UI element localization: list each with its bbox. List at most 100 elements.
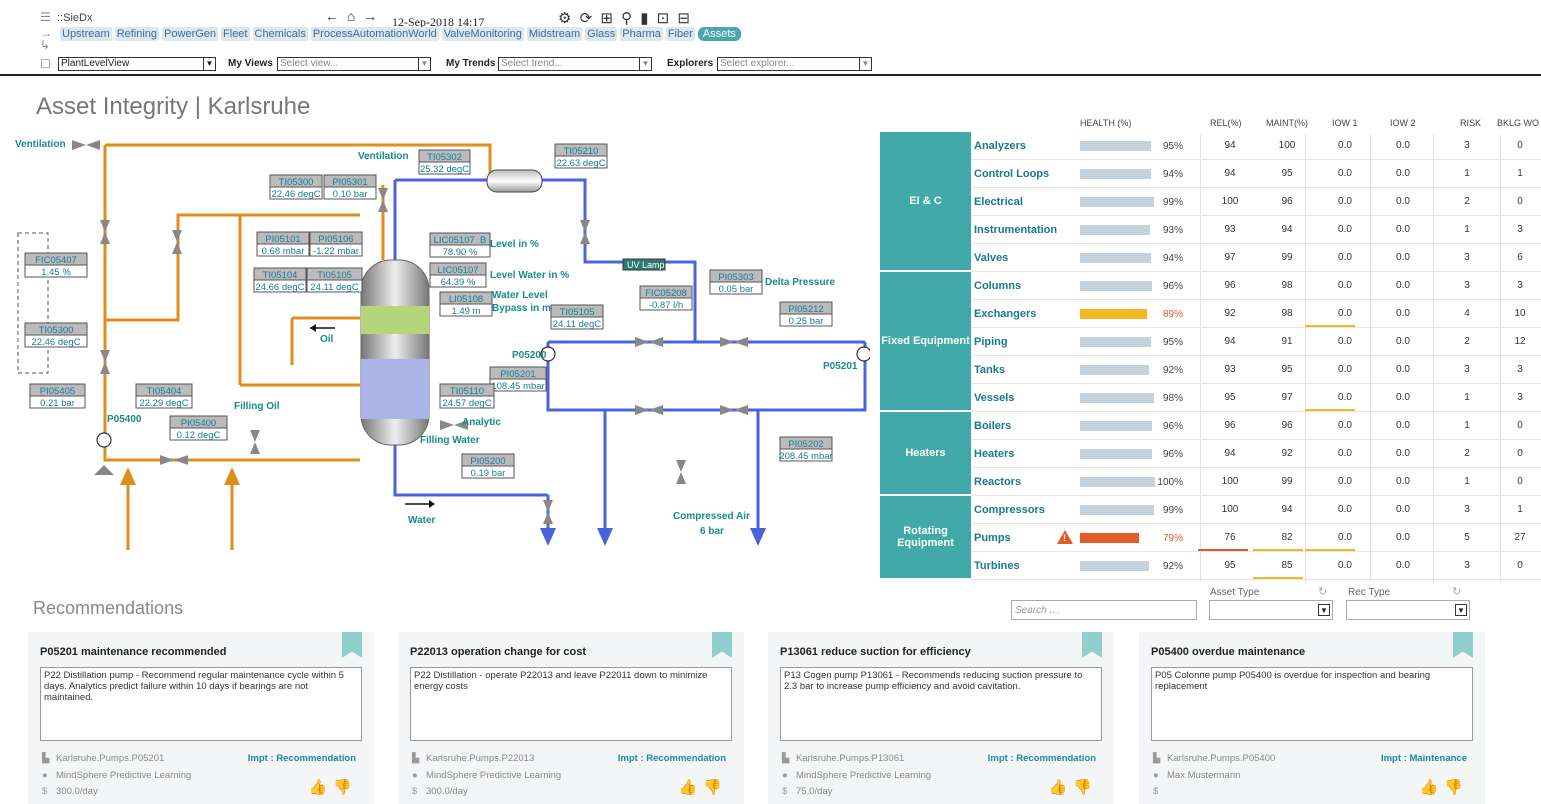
tag-pi05106[interactable]: PI05106-1.22 mbar xyxy=(309,231,363,257)
card-asset[interactable]: ▙ Karlsruhe.Pumps.P13061 xyxy=(782,753,904,764)
health-row[interactable]: Reactors 100% 100 99 0.0 0.0 1 0 xyxy=(971,468,1541,496)
health-row[interactable]: Boilers 96% 96 96 0.0 0.0 1 0 xyxy=(971,412,1541,440)
recommendation-card[interactable]: P05400 overdue maintenance P05 Colonne pu… xyxy=(1139,632,1485,804)
asset-class-name[interactable]: Turbines xyxy=(974,560,1020,572)
card-title[interactable]: P13061 reduce suction for efficiency xyxy=(780,646,971,658)
explorers-select[interactable]: Select explorer... ▼ xyxy=(717,57,872,71)
health-row[interactable]: Analyzers 95% 94 100 0.0 0.0 3 0 xyxy=(971,132,1541,160)
health-row[interactable]: Exchangers 89% 92 98 0.0 0.0 4 10 xyxy=(971,300,1541,328)
my-views-select[interactable]: Select view... ▼ xyxy=(277,57,431,71)
tag-pi05201[interactable]: PI05201108.45 mbar xyxy=(489,366,547,392)
recommendation-card[interactable]: P05201 maintenance recommended P22 Distil… xyxy=(28,632,374,804)
bookmark-icon[interactable] xyxy=(1453,632,1473,658)
tag-ti05104[interactable]: TI0510424.66 degC xyxy=(253,267,307,293)
asset-class-name[interactable]: Valves xyxy=(974,252,1008,264)
tab-valvemonitoring[interactable]: ValveMonitoring xyxy=(441,27,524,41)
tab-chemicals[interactable]: Chemicals xyxy=(252,27,308,41)
category-rotating-equipment[interactable]: Rotating Equipment xyxy=(880,496,971,580)
health-row[interactable]: Instrumentation 93% 93 94 0.0 0.0 1 3 xyxy=(971,216,1541,244)
asset-class-name[interactable]: Columns xyxy=(974,280,1021,292)
tag-ti05105[interactable]: TI0510524.11 degC xyxy=(550,304,604,330)
tag-pi05405[interactable]: PI054050.21 bar xyxy=(29,383,86,409)
tag-li05108[interactable]: LI051081.49 m xyxy=(439,291,493,317)
nav-arrows[interactable]: ← ⌂ → xyxy=(325,8,379,24)
card-asset[interactable]: ▙ Karlsruhe.Pumps.P05201 xyxy=(42,753,164,764)
feedback-icons[interactable]: 👍👎 xyxy=(309,778,358,796)
health-row[interactable]: Control Loops 94% 94 95 0.0 0.0 1 1 xyxy=(971,160,1541,188)
bookmark-icon[interactable] xyxy=(342,632,362,658)
health-row[interactable]: Pumps 79%! 76 82 0.0 0.0 5 27 xyxy=(971,524,1541,552)
recommendation-card[interactable]: P22013 operation change for cost P22 Dist… xyxy=(398,632,744,804)
tab-midstream[interactable]: Midstream xyxy=(526,27,583,41)
tag-ti05404[interactable]: TI0540422.29 degC xyxy=(135,383,193,409)
asset-class-name[interactable]: Instrumentation xyxy=(974,224,1057,236)
category-heaters[interactable]: Heaters xyxy=(880,412,971,496)
warning-icon[interactable]: ! xyxy=(1057,530,1073,544)
asset-class-name[interactable]: Piping xyxy=(974,336,1008,348)
tab-powergen[interactable]: PowerGen xyxy=(162,27,219,41)
category-ei-c[interactable]: EI & C xyxy=(880,132,971,272)
health-row[interactable]: Turbines 92% 95 85 0.0 0.0 3 0 xyxy=(971,552,1541,580)
tag-fic05208[interactable]: FIC05208-0.87 l/h xyxy=(639,285,693,311)
tag-lic05107[interactable]: LIC0510764.39 % xyxy=(429,262,487,288)
asset-class-name[interactable]: Vessels xyxy=(974,392,1014,404)
asset-class-name[interactable]: Analyzers xyxy=(974,140,1026,152)
feedback-icons[interactable]: 👍👎 xyxy=(1049,778,1098,796)
health-row[interactable]: Heaters 96% 94 92 0.0 0.0 2 0 xyxy=(971,440,1541,468)
asset-class-name[interactable]: Electrical xyxy=(974,196,1023,208)
health-row[interactable]: Tanks 92% 93 95 0.0 0.0 3 3 xyxy=(971,356,1541,384)
tag-pi05202[interactable]: PI05202208.45 mbar xyxy=(779,436,833,462)
tag-pi05301[interactable]: PI053010.10 bar xyxy=(323,174,377,200)
asset-class-name[interactable]: Tanks xyxy=(974,364,1005,376)
asset-class-name[interactable]: Exchangers xyxy=(974,308,1036,320)
card-title[interactable]: P05400 overdue maintenance xyxy=(1151,646,1305,658)
tag-ti05300[interactable]: TI0530022.46 degC xyxy=(24,322,88,348)
asset-class-name[interactable]: Control Loops xyxy=(974,168,1049,180)
recommendation-card[interactable]: P13061 reduce suction for efficiency P13 … xyxy=(768,632,1114,804)
card-title[interactable]: P05201 maintenance recommended xyxy=(40,646,226,658)
tag-fic05407[interactable]: FIC054071.45 % xyxy=(24,252,88,278)
tag-pi05200[interactable]: PI052000.19 bar xyxy=(461,453,515,479)
health-row[interactable]: Electrical 99% 100 96 0.0 0.0 2 0 xyxy=(971,188,1541,216)
tab-assets[interactable]: Assets xyxy=(697,27,741,41)
health-row[interactable]: Compressors 99% 100 94 0.0 0.0 3 1 xyxy=(971,496,1541,524)
tag-pi05303[interactable]: PI053030.05 bar xyxy=(709,269,763,295)
health-row[interactable]: Valves 94% 97 99 0.0 0.0 3 6 xyxy=(971,244,1541,272)
asset-type-select[interactable]: ▼ xyxy=(1209,600,1333,620)
menu-icon[interactable]: ☰ xyxy=(40,10,51,24)
checkbox-icon[interactable]: ☐ xyxy=(40,57,51,71)
asset-class-name[interactable]: Pumps xyxy=(974,532,1011,544)
return-icon[interactable]: ↳ xyxy=(40,38,50,52)
tab-processautomationworld[interactable]: ProcessAutomationWorld xyxy=(310,27,439,41)
tag-pi05101[interactable]: PI051010.68 mbar xyxy=(256,231,310,257)
tab-refining[interactable]: Refining xyxy=(114,27,160,41)
asset-class-name[interactable]: Compressors xyxy=(974,504,1045,516)
card-title[interactable]: P22013 operation change for cost xyxy=(410,646,586,658)
card-asset[interactable]: ▙ Karlsruhe.Pumps.P05400 xyxy=(1153,753,1275,764)
card-asset[interactable]: ▙ Karlsruhe.Pumps.P22013 xyxy=(412,753,534,764)
feedback-icons[interactable]: 👍👎 xyxy=(1420,778,1469,796)
tag-ti05300[interactable]: TI0530022.46 degC xyxy=(269,174,323,200)
asset-class-name[interactable]: Boilers xyxy=(974,420,1011,432)
category-fixed-equipment[interactable]: Fixed Equipment xyxy=(880,272,971,412)
my-trends-select[interactable]: Select trend... ▼ xyxy=(498,57,652,71)
health-row[interactable]: Piping 95% 94 91 0.0 0.0 2 12 xyxy=(971,328,1541,356)
tag-lic05107_b[interactable]: LIC05107_B78.90 % xyxy=(429,232,491,258)
asset-class-name[interactable]: Reactors xyxy=(974,476,1021,488)
tag-ti05210[interactable]: TI0521022.63 degC xyxy=(554,143,608,169)
health-row[interactable]: Vessels 98% 95 97 0.0 0.0 1 3 xyxy=(971,384,1541,412)
search-input[interactable]: Search .... xyxy=(1011,600,1197,620)
tag-pi05212[interactable]: PI052120.25 bar xyxy=(779,301,833,327)
refresh-icon[interactable]: ↻ xyxy=(1318,585,1327,598)
toolbar-icons[interactable]: ⚙ ⟳ ⊞ ⚲ ▮ ⊡ ⊟ xyxy=(558,9,692,27)
tag-ti05302[interactable]: TI0530225.32 degC xyxy=(418,149,471,175)
tab-fiber[interactable]: Fiber xyxy=(665,27,695,41)
tag-pi05400[interactable]: PI054000.12 degC xyxy=(169,415,228,441)
bookmark-icon[interactable] xyxy=(712,632,732,658)
rec-type-select[interactable]: ▼ xyxy=(1346,600,1470,620)
refresh-icon[interactable]: ↻ xyxy=(1452,585,1461,598)
asset-class-name[interactable]: Heaters xyxy=(974,448,1014,460)
tab-pharma[interactable]: Pharma xyxy=(620,27,663,41)
plant-view-select[interactable]: PlantLevelView ▼ xyxy=(58,57,216,71)
tag-ti05105[interactable]: TI0510524.11 degC xyxy=(306,267,363,293)
